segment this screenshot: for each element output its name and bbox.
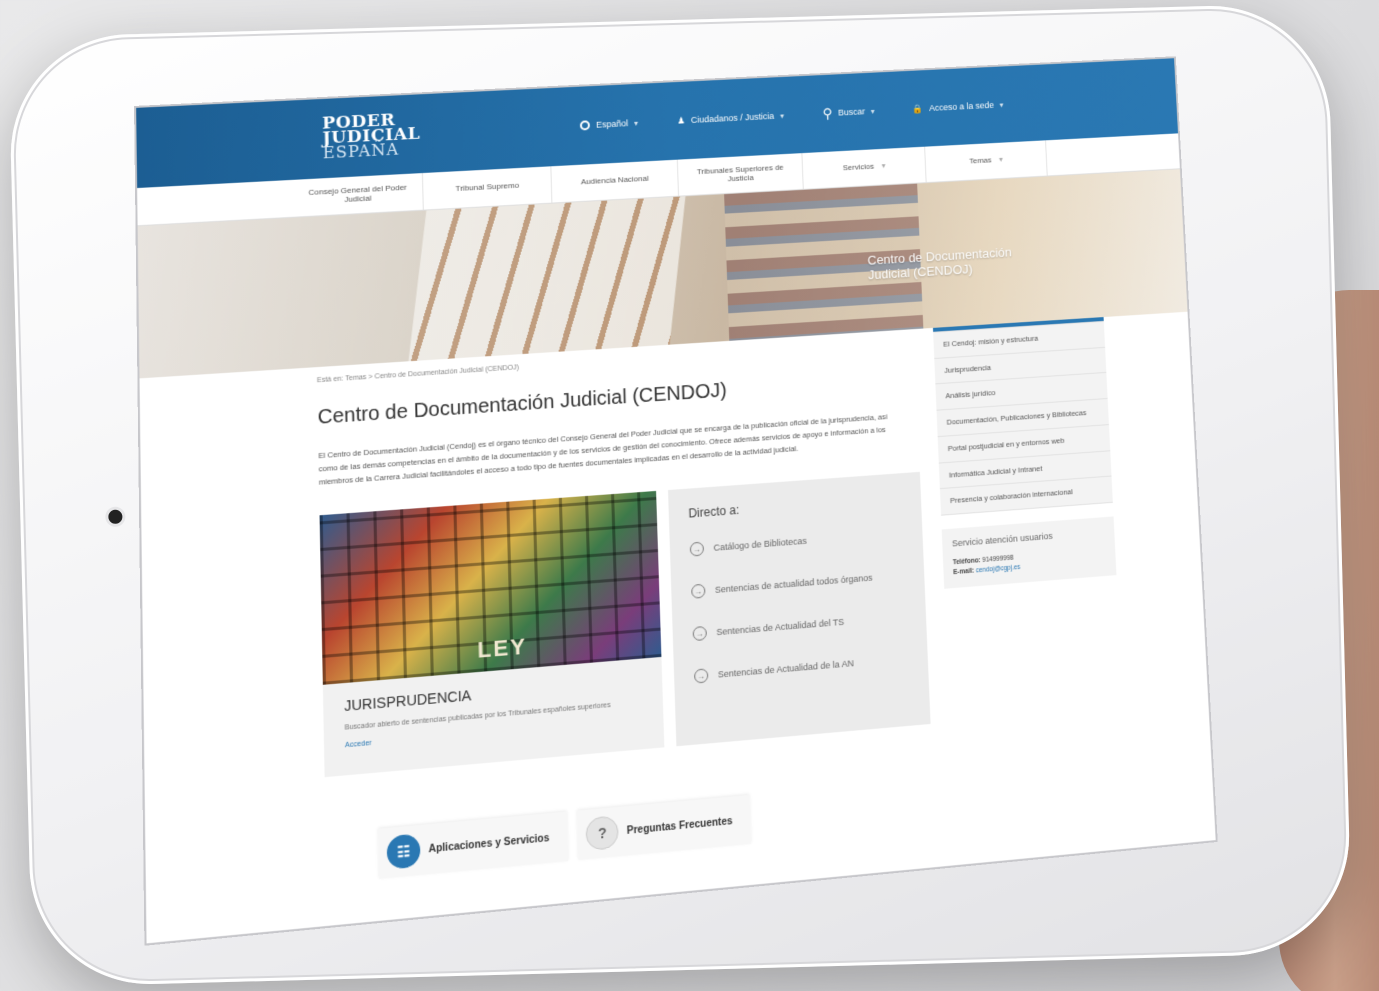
email-label: E-mail: — [953, 567, 974, 576]
subnav-item-supremo[interactable]: Tribunal Supremo — [423, 166, 552, 209]
direct-links-panel: Directo a: → Catálogo de Bibliotecas → S… — [668, 472, 931, 747]
hero-ceiling-image — [407, 186, 686, 371]
contact-title: Servicio atención usuarios — [952, 527, 1105, 549]
direct-link-label: Sentencias de Actualidad del TS — [716, 617, 844, 637]
chevron-down-icon: ▾ — [780, 111, 784, 120]
main-column: Está en: Temas > Centro de Documentación… — [317, 329, 931, 778]
direct-link-bibliotecas[interactable]: → Catálogo de Bibliotecas — [689, 527, 903, 557]
phone-label: Teléfono: — [953, 557, 981, 566]
direct-link-todos-organos[interactable]: → Sentencias de actualidad todos órganos — [691, 568, 905, 599]
sede-access-button[interactable]: 🔒 Acceso a la sede ▾ — [912, 99, 1003, 114]
direct-link-an[interactable]: → Sentencias de Actualidad de la AN — [694, 652, 909, 684]
direct-link-label: Sentencias de actualidad todos órganos — [715, 573, 873, 595]
faq-tab[interactable]: ? Preguntas Frecuentes — [577, 795, 751, 860]
globe-icon — [580, 120, 590, 130]
apps-grid-icon: ☷ — [387, 833, 421, 869]
email-link[interactable]: cendoj@cgpj.es — [976, 564, 1021, 574]
user-icon: ♟ — [677, 115, 685, 126]
subnav-label: Audiencia Nacional — [581, 175, 649, 187]
site-logo[interactable]: PODER JUDICIAL ESPAÑA — [322, 112, 421, 161]
language-selector[interactable]: Español ▾ — [580, 118, 638, 131]
sidebar-menu: Inicio El Cendoj: misión y estructura Ju… — [932, 296, 1113, 516]
chevron-down-icon: ▾ — [999, 156, 1003, 165]
subnav-label: Consejo General del Poder Judicial — [301, 183, 415, 207]
question-icon: ? — [586, 815, 620, 851]
subnav-item-servicios[interactable]: Servicios ▾ — [802, 147, 926, 189]
sidebar: Inicio El Cendoj: misión y estructura Ju… — [932, 296, 1123, 723]
chevron-down-icon: ▾ — [999, 100, 1003, 109]
sede-access-label: Acceso a la sede — [929, 100, 994, 113]
direct-title: Directo a: — [688, 491, 902, 521]
cards-row: LEY JURISPRUDENCIA Buscador abierto de s… — [320, 472, 931, 778]
subnav-item-temas[interactable]: Temas ▾ — [925, 140, 1048, 182]
phone-value: 914999998 — [982, 555, 1014, 564]
camera-icon — [108, 510, 122, 524]
chevron-down-icon: ▾ — [871, 107, 875, 116]
subnav-label: Tribunales Superiores de Justicia — [686, 163, 795, 186]
tablet-screen: PODER JUDICIAL ESPAÑA Español ▾ ♟ Ciudad… — [136, 58, 1216, 943]
direct-link-label: Catálogo de Bibliotecas — [713, 536, 807, 553]
arrow-right-circle-icon: → — [692, 626, 706, 641]
subnav-label: Servicios — [843, 163, 875, 173]
apps-services-tab[interactable]: ☷ Aplicaciones y Servicios — [378, 812, 568, 879]
search-icon: ⚲ — [822, 105, 833, 122]
direct-link-ts[interactable]: → Sentencias de Actualidad del TS — [692, 610, 907, 641]
contact-box: Servicio atención usuarios Teléfono: 914… — [942, 516, 1117, 588]
search-button[interactable]: ⚲ Buscar ▾ — [822, 103, 875, 122]
chevron-down-icon: ▾ — [634, 118, 638, 127]
ley-text: LEY — [477, 634, 528, 665]
subnav-item-cgpj[interactable]: Consejo General del Poder Judicial — [293, 173, 424, 217]
logo-line-3: ESPAÑA — [323, 142, 421, 161]
card-access-link[interactable]: Acceder — [345, 740, 372, 750]
faq-label: Preguntas Frecuentes — [627, 815, 733, 836]
top-nav: Español ▾ ♟ Ciudadanos / Justicia ▾ ⚲ Bu… — [580, 96, 1004, 134]
arrow-right-circle-icon: → — [694, 669, 708, 684]
audience-selector[interactable]: ♟ Ciudadanos / Justicia ▾ — [677, 110, 784, 126]
stained-glass-image: LEY — [320, 491, 662, 685]
arrow-right-circle-icon: → — [689, 542, 703, 557]
page-content: Está en: Temas > Centro de Documentación… — [140, 312, 1209, 794]
subnav-item-tsj[interactable]: Tribunales Superiores de Justicia — [678, 153, 804, 196]
tablet-device: PODER JUDICIAL ESPAÑA Español ▾ ♟ Ciudad… — [8, 3, 1352, 987]
arrow-right-circle-icon: → — [691, 584, 705, 599]
language-label: Español — [596, 118, 628, 129]
subnav-label: Tribunal Supremo — [455, 182, 519, 194]
direct-link-label: Sentencias de Actualidad de la AN — [718, 658, 854, 679]
chevron-down-icon: ▾ — [881, 162, 885, 171]
subnav-label: Temas — [969, 157, 992, 167]
jurisprudencia-card[interactable]: LEY JURISPRUDENCIA Buscador abierto de s… — [320, 491, 664, 777]
subnav-item-audiencia[interactable]: Audiencia Nacional — [551, 160, 679, 203]
bottom-tabs: ☷ Aplicaciones y Servicios ? Preguntas F… — [378, 795, 751, 879]
audience-label: Ciudadanos / Justicia — [691, 111, 775, 125]
lock-icon: 🔒 — [912, 103, 923, 114]
search-label: Buscar — [838, 107, 865, 118]
apps-services-label: Aplicaciones y Servicios — [428, 832, 549, 855]
